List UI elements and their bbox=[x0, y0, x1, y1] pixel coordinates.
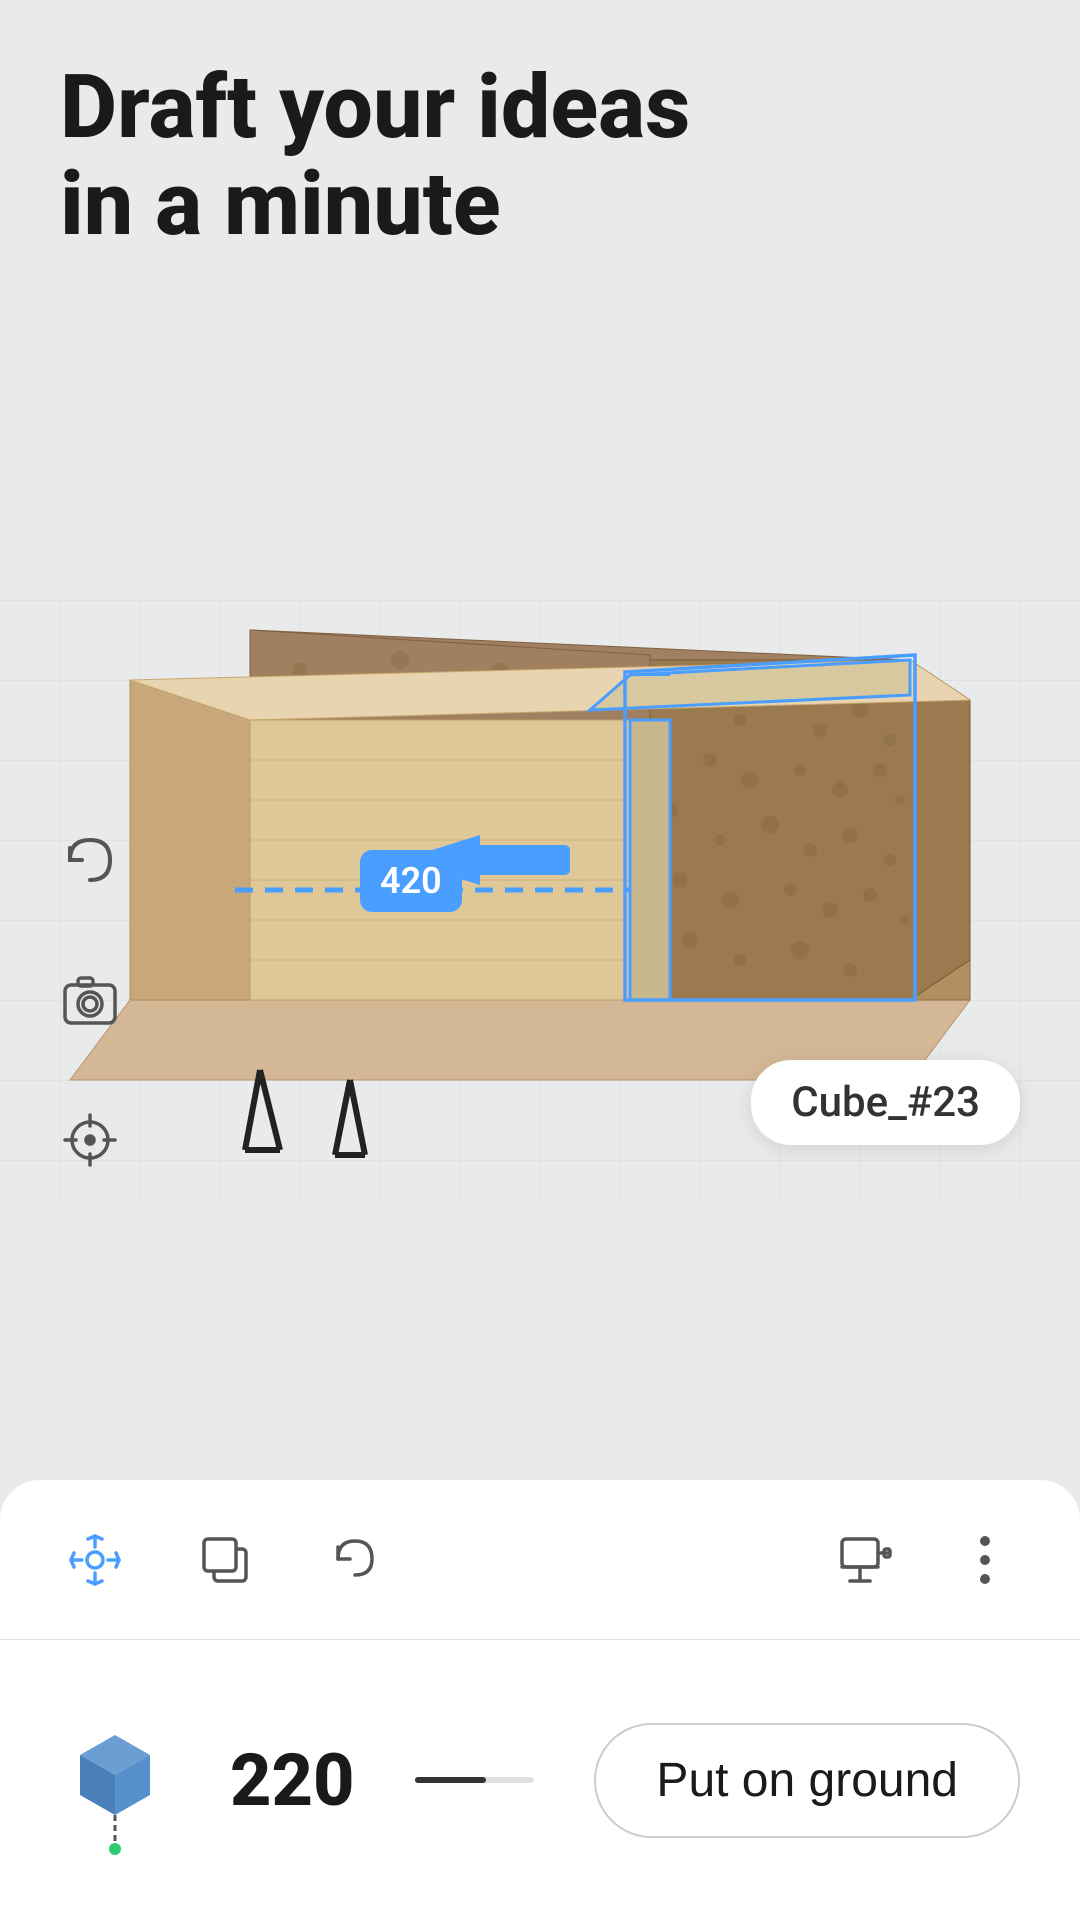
object-label: Cube_#23 bbox=[751, 1060, 1020, 1145]
heading-title: Draft your ideas in a minute bbox=[60, 60, 690, 254]
measurement-badge: 420 bbox=[360, 850, 462, 912]
action-row: 220 Put on ground bbox=[0, 1640, 1080, 1920]
height-value: 220 bbox=[230, 1738, 355, 1823]
paint-button[interactable] bbox=[830, 1525, 900, 1595]
left-icons-panel bbox=[50, 820, 130, 1180]
toolbar-left bbox=[60, 1525, 390, 1595]
transform-button[interactable] bbox=[60, 1525, 130, 1595]
more-button[interactable] bbox=[950, 1525, 1020, 1595]
bottom-panel: 220 Put on ground bbox=[0, 1480, 1080, 1920]
heading-area: Draft your ideas in a minute bbox=[60, 60, 690, 254]
cube-label-text: Cube_#23 bbox=[791, 1078, 980, 1127]
height-bar-fill bbox=[415, 1777, 487, 1783]
heading-line2: in a minute bbox=[60, 153, 501, 256]
target-button[interactable] bbox=[50, 1100, 130, 1180]
measurement-value: 420 bbox=[380, 860, 442, 902]
camera-button[interactable] bbox=[50, 960, 130, 1040]
toolbar-right bbox=[830, 1525, 1020, 1595]
undo-button[interactable] bbox=[320, 1525, 390, 1595]
undo-view-button[interactable] bbox=[50, 820, 130, 900]
furniture-container bbox=[50, 280, 1050, 1180]
duplicate-button[interactable] bbox=[190, 1525, 260, 1595]
object-icon bbox=[60, 1725, 170, 1835]
heading-line1: Draft your ideas bbox=[60, 56, 690, 159]
cube-icon-svg bbox=[60, 1725, 170, 1855]
toolbar-row bbox=[0, 1480, 1080, 1640]
furniture-svg bbox=[50, 280, 1050, 1180]
put-on-ground-button[interactable]: Put on ground bbox=[594, 1723, 1020, 1838]
height-slider[interactable] bbox=[415, 1777, 535, 1783]
